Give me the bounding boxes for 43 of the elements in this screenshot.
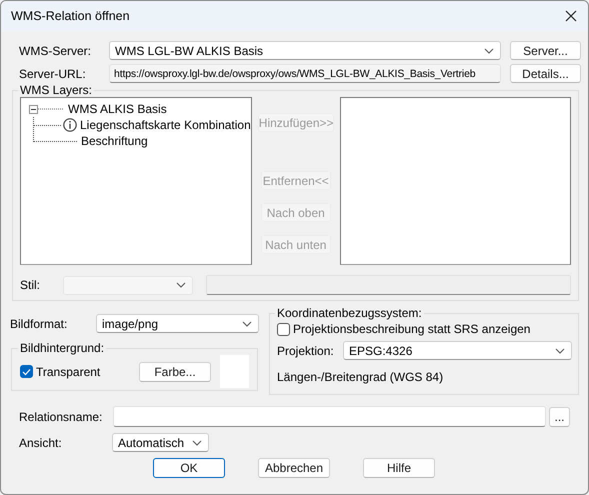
field-label: Server-URL:: [19, 66, 87, 80]
field-label: Stil:: [20, 278, 42, 292]
server-button[interactable]: Server...: [510, 41, 581, 60]
field-label: WMS-Server:: [19, 44, 92, 58]
url-field[interactable]: https://owsproxy.lgl-bw.de/owsproxy/ows/WMS_LGL-BW_ALKIS_Basis_Vertrieb: [109, 64, 501, 83]
relation-name-field[interactable]: [113, 406, 546, 427]
field-label: Bildformat:: [10, 316, 68, 330]
close-icon[interactable]: [565, 10, 577, 22]
field-label: Relationsname:: [19, 410, 104, 424]
chevron-icon: [484, 48, 494, 54]
field-label: Ansicht:: [19, 436, 63, 450]
dialog-button[interactable]: Hilfe: [363, 458, 435, 478]
dialog-button[interactable]: OK: [153, 458, 225, 478]
checkbox[interactable]: [20, 365, 33, 378]
server-dropdown[interactable]: WMS LGL-BW ALKIS Basis: [109, 41, 501, 60]
tree-item[interactable]: Beschriftung: [81, 134, 148, 148]
projection-description: Längen-/Breitengrad (WGS 84): [277, 370, 444, 384]
details-button[interactable]: Details...: [510, 64, 581, 83]
field-label: Projektion:: [277, 344, 335, 358]
browse-button[interactable]: ...: [549, 406, 570, 426]
checkbox-label: Projektionsbeschreibung statt SRS anzeigen: [293, 322, 530, 336]
chevron-icon: [192, 440, 202, 446]
projection-dropdown[interactable]: EPSG:4326: [343, 341, 572, 360]
view-dropdown[interactable]: Automatisch: [112, 433, 209, 452]
collapse-icon[interactable]: [29, 104, 38, 114]
dialog-button[interactable]: Abbrechen: [258, 458, 330, 478]
chevron-icon: [555, 348, 565, 354]
checkbox-label: Transparent: [36, 364, 100, 378]
layer-tree[interactable]: WMS ALKIS Basis Liegenschaftskarte Kombination Beschriftung: [20, 97, 252, 265]
group-label: Koordinatenbezugssystem:: [276, 306, 423, 320]
tree-item[interactable]: WMS ALKIS Basis: [68, 102, 167, 116]
info-icon: [63, 118, 77, 132]
group-label: WMS Layers:: [19, 83, 94, 97]
chevron-icon: [242, 320, 252, 326]
group-label: Bildhintergrund:: [19, 341, 106, 355]
checkbox[interactable]: [277, 322, 290, 336]
tree-line: [38, 108, 64, 110]
tree-item[interactable]: Liegenschaftskarte Kombination: [80, 118, 251, 132]
format-dropdown[interactable]: image/png: [96, 314, 259, 333]
window-title: WMS-Relation öffnen: [11, 9, 130, 23]
chevron-icon: [176, 282, 186, 288]
color-button[interactable]: Farbe...: [139, 362, 211, 382]
selected-layers-list[interactable]: [340, 97, 571, 265]
